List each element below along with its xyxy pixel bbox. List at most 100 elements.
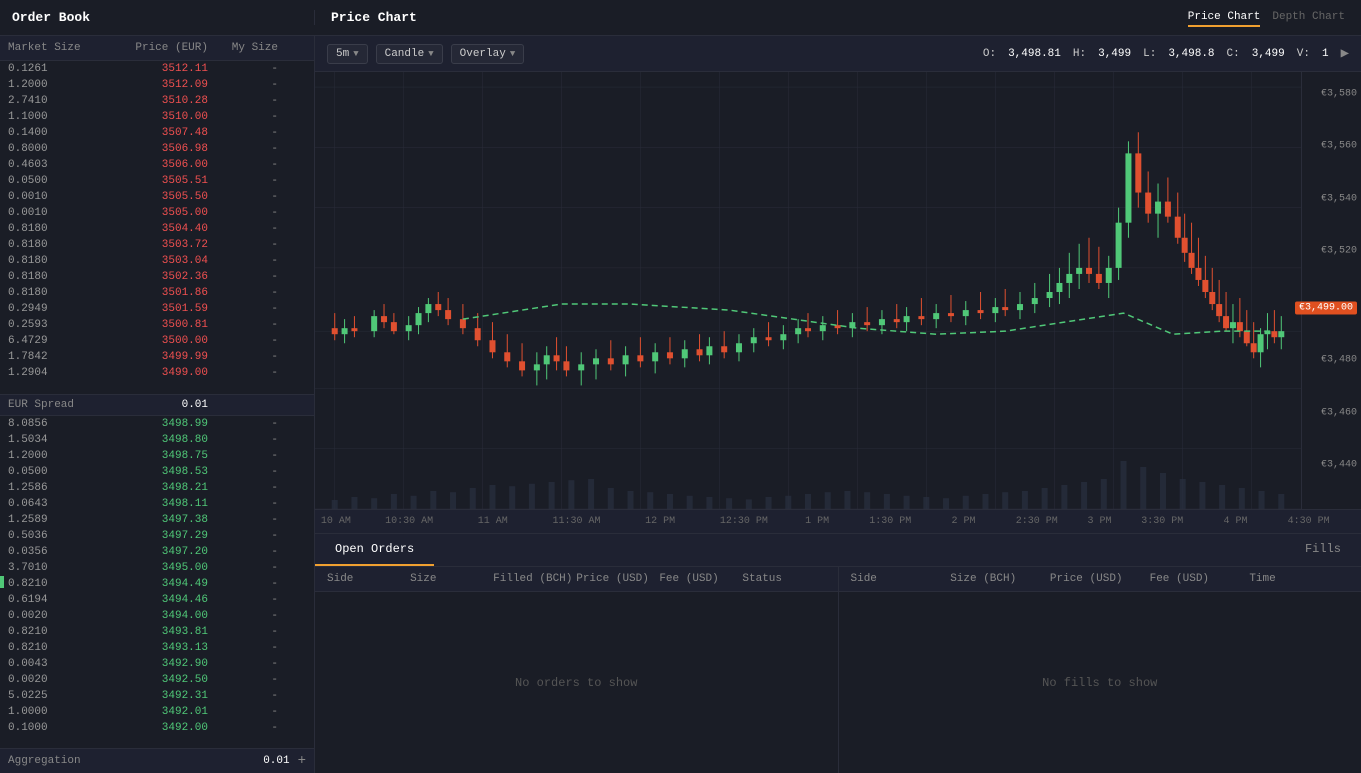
ask-my-size: - (208, 127, 278, 139)
chart-type-dropdown[interactable]: Candle ▼ (376, 44, 443, 64)
bid-market-size: 0.1000 (8, 722, 88, 734)
overlay-arrow-icon: ▼ (510, 49, 515, 59)
table-row: 0.1400 3507.48 - (0, 125, 314, 141)
time-label: 3 PM (1087, 516, 1111, 527)
tab-fills[interactable]: Fills (1285, 534, 1361, 566)
table-row: 8.0856 3498.99 - (0, 416, 314, 432)
no-fills-text: No fills to show (1042, 676, 1157, 690)
chart-controls: 5m ▼ Candle ▼ Overlay ▼ O: 3,498.81 H: 3… (315, 36, 1361, 72)
ask-my-size: - (208, 207, 278, 219)
chart-type-arrow-icon: ▼ (428, 49, 433, 59)
no-orders-text: No orders to show (515, 676, 637, 690)
ask-price: 3499.00 (88, 367, 208, 379)
ask-price: 3510.28 (88, 95, 208, 107)
ask-price: 3510.00 (88, 111, 208, 123)
price-level-label: €3,460 (1321, 407, 1357, 418)
ask-my-size: - (208, 175, 278, 187)
bid-market-size: 0.0356 (8, 546, 88, 558)
table-row: 1.2589 3497.38 - (0, 512, 314, 528)
ob-header: Market Size Price (EUR) My Size (0, 36, 314, 61)
table-row: 0.0356 3497.20 - (0, 544, 314, 560)
bid-my-size: - (208, 594, 278, 606)
aggregation-value: 0.01 (263, 755, 289, 767)
price-level-label: €3,440 (1321, 460, 1357, 471)
time-label: 2 PM (952, 516, 976, 527)
ask-market-size: 0.0010 (8, 191, 88, 203)
time-label: 11:30 AM (552, 516, 600, 527)
bid-market-size: 1.2589 (8, 514, 88, 526)
table-row: 0.8180 3503.72 - (0, 237, 314, 253)
orders-column-header: Filled (BCH) (493, 573, 576, 585)
ob-col-size-header: My Size (208, 42, 278, 54)
price-level-label: €3,480 (1321, 355, 1357, 366)
ask-market-size: 0.1261 (8, 63, 88, 75)
ask-market-size: 0.8180 (8, 239, 88, 251)
bid-my-size: - (208, 674, 278, 686)
ask-my-size: - (208, 111, 278, 123)
bid-my-size: - (208, 578, 278, 590)
ask-price: 3503.04 (88, 255, 208, 267)
table-row: 0.2949 3501.59 - (0, 301, 314, 317)
ob-bid-rows: 8.0856 3498.99 - 1.5034 3498.80 - 1.2000… (0, 416, 314, 749)
fills-column-header: Price (USD) (1050, 573, 1150, 585)
bid-price: 3492.00 (88, 722, 208, 734)
bid-market-size: 1.2000 (8, 450, 88, 462)
fills-column-header: Side (851, 573, 951, 585)
tab-price-chart[interactable]: Price Chart (1188, 9, 1261, 27)
bid-market-size: 8.0856 (8, 418, 88, 430)
orders-section: SideSizeFilled (BCH)Price (USD)Fee (USD)… (315, 567, 839, 773)
ob-col-price-header: Price (EUR) (88, 42, 208, 54)
table-row: 0.0020 3494.00 - (0, 608, 314, 624)
ob-col-market-header: Market Size (8, 42, 88, 54)
time-label: 10 AM (321, 516, 351, 527)
ask-price: 3500.00 (88, 335, 208, 347)
ask-price: 3505.00 (88, 207, 208, 219)
bid-price: 3494.00 (88, 610, 208, 622)
table-row: 0.6194 3494.46 - (0, 592, 314, 608)
bid-price: 3497.38 (88, 514, 208, 526)
bottom-tabs: Open Orders Fills (315, 534, 1361, 567)
price-chart-svg (315, 72, 1301, 509)
table-row: 2.7410 3510.28 - (0, 93, 314, 109)
spread-value: 0.01 (128, 399, 208, 411)
ask-market-size: 0.2949 (8, 303, 88, 315)
fills-column-header: Time (1249, 573, 1349, 585)
chart-area[interactable]: €3,580€3,560€3,540€3,520€3,499.00€3,480€… (315, 72, 1361, 509)
timeframe-dropdown[interactable]: 5m ▼ (327, 44, 368, 64)
bottom-section: Open Orders Fills SideSizeFilled (BCH)Pr… (315, 533, 1361, 773)
order-book-panel: Market Size Price (EUR) My Size 0.1261 3… (0, 36, 315, 773)
overlay-dropdown[interactable]: Overlay ▼ (451, 44, 525, 64)
bid-market-size: 0.0043 (8, 658, 88, 670)
bid-market-size: 5.0225 (8, 690, 88, 702)
time-label: 2:30 PM (1016, 516, 1058, 527)
h-label: H: (1073, 48, 1086, 60)
ask-market-size: 0.2593 (8, 319, 88, 331)
time-label: 4 PM (1223, 516, 1247, 527)
ask-my-size: - (208, 287, 278, 299)
ask-price: 3507.48 (88, 127, 208, 139)
table-row: 0.0043 3492.90 - (0, 656, 314, 672)
bid-my-size: - (208, 722, 278, 734)
time-label: 11 AM (478, 516, 508, 527)
ask-market-size: 0.8180 (8, 287, 88, 299)
ask-my-size: - (208, 271, 278, 283)
time-label: 4:30 PM (1288, 516, 1330, 527)
aggregation-plus-button[interactable]: + (298, 753, 306, 769)
ask-my-size: - (208, 143, 278, 155)
price-level-label: €3,520 (1321, 246, 1357, 257)
bid-my-size: - (208, 498, 278, 510)
ask-my-size: - (208, 303, 278, 315)
timeframe-label: 5m (336, 48, 349, 60)
bid-price: 3498.75 (88, 450, 208, 462)
l-label: L: (1143, 48, 1156, 60)
ask-price: 3506.00 (88, 159, 208, 171)
chart-scroll-right-icon[interactable]: ▶ (1341, 45, 1349, 62)
table-row: 1.5034 3498.80 - (0, 432, 314, 448)
tab-open-orders[interactable]: Open Orders (315, 534, 434, 566)
ask-price: 3499.99 (88, 351, 208, 363)
tab-depth-chart[interactable]: Depth Chart (1272, 9, 1345, 27)
time-label: 3:30 PM (1141, 516, 1183, 527)
table-row: 0.8180 3503.04 - (0, 253, 314, 269)
fills-table-header: SideSize (BCH)Price (USD)Fee (USD)Time (839, 567, 1361, 592)
ask-market-size: 0.8180 (8, 223, 88, 235)
